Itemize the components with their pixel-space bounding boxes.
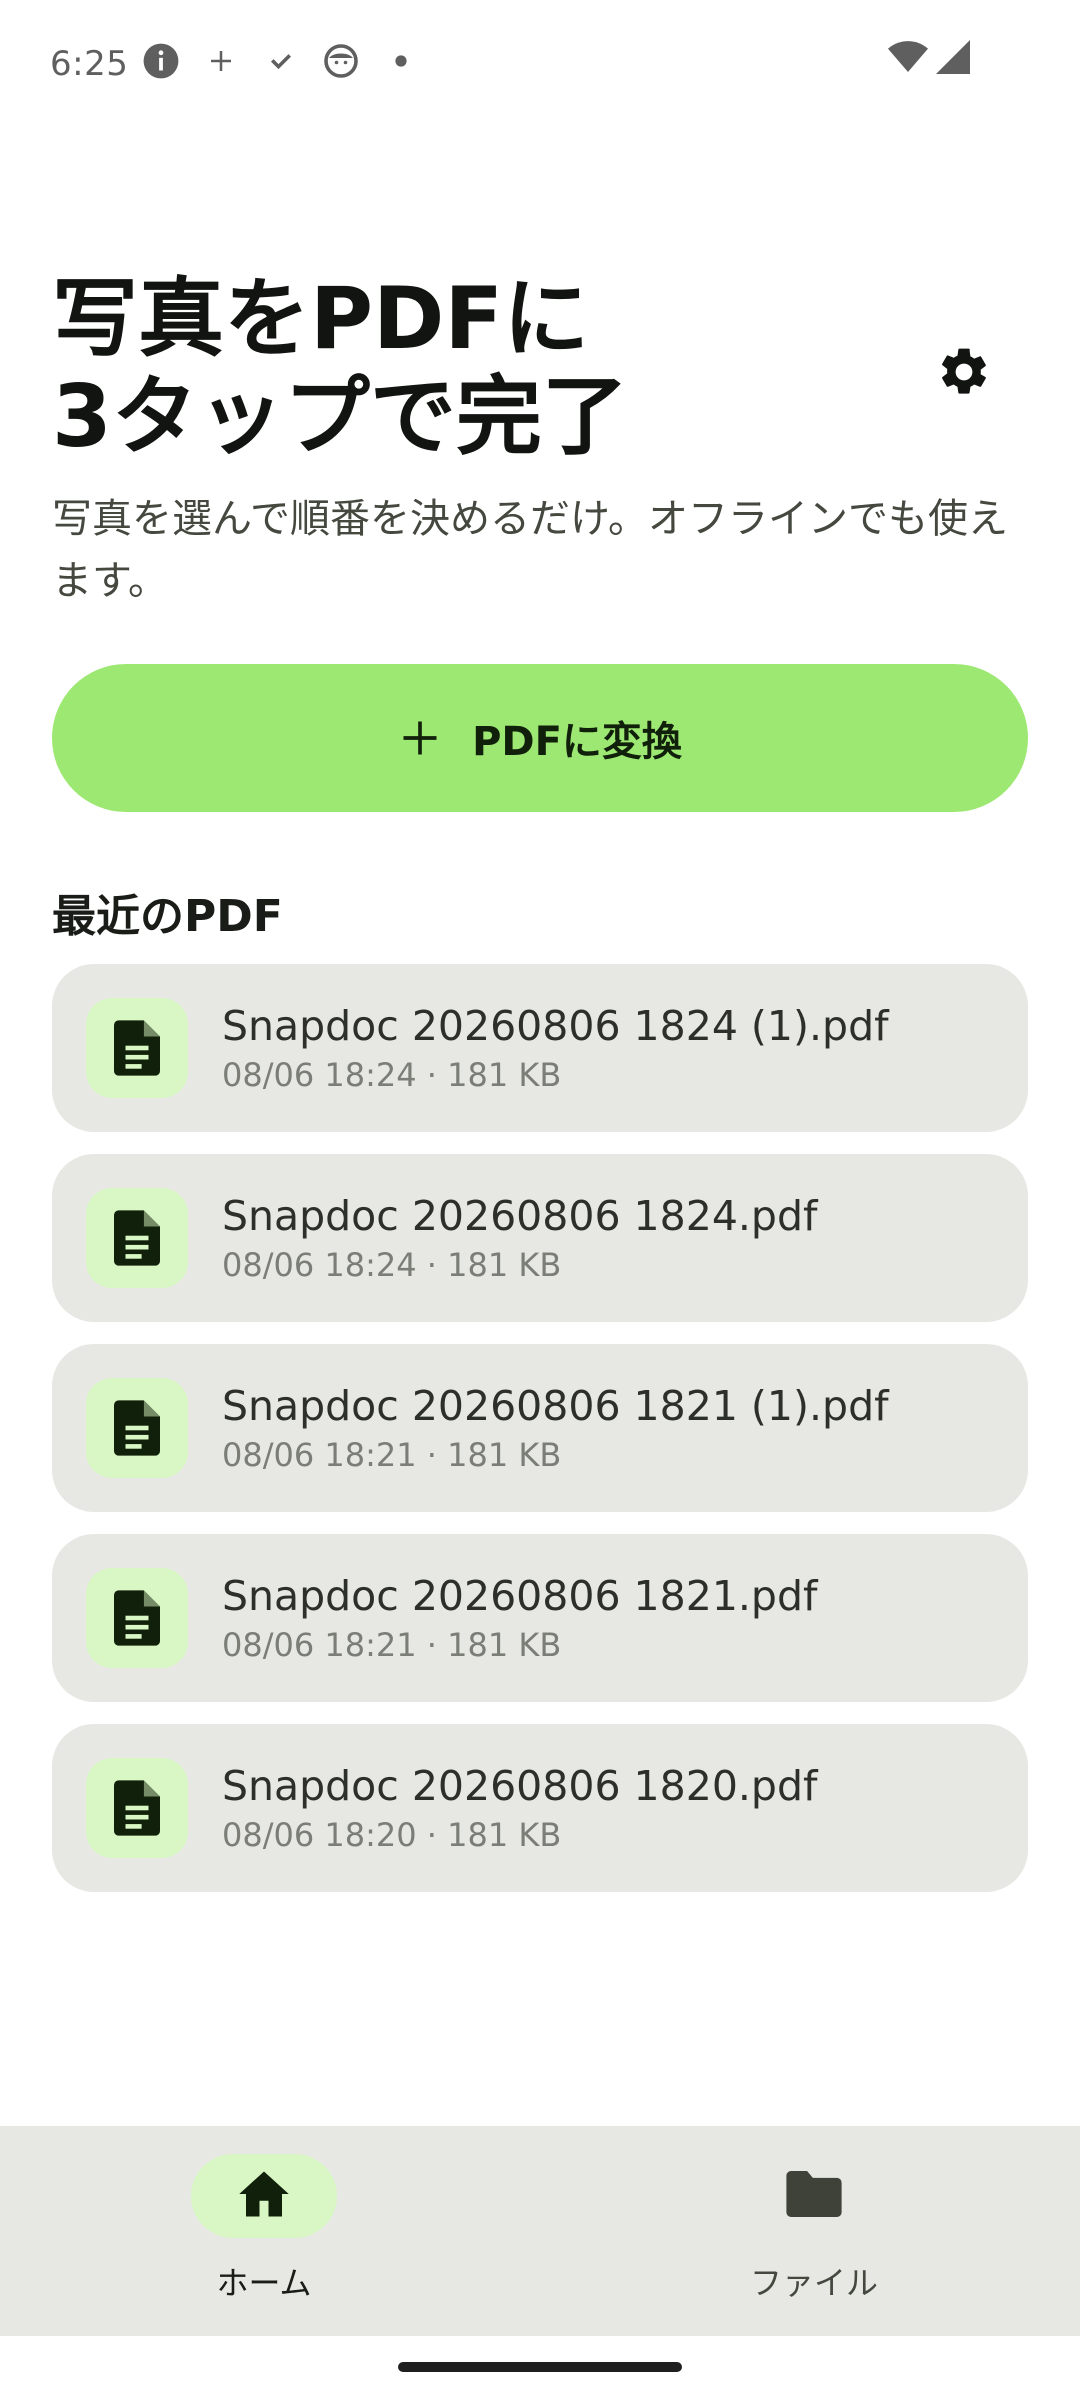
nav-icon-container bbox=[741, 2154, 887, 2238]
page-title: 写真をPDFに 3タップで完了 bbox=[52, 269, 628, 467]
file-list-item[interactable]: Snapdoc 20260806 1821.pdf 08/06 18:21 · … bbox=[52, 1534, 1028, 1702]
home-icon bbox=[237, 2169, 291, 2223]
nav-active-indicator bbox=[191, 2154, 337, 2238]
check-icon bbox=[262, 42, 300, 80]
nav-label-home: ホーム bbox=[216, 2264, 312, 2302]
settings-button[interactable] bbox=[920, 330, 1008, 418]
cell-signal-icon bbox=[936, 40, 970, 78]
file-list-item[interactable]: Snapdoc 20260806 1820.pdf 08/06 18:20 · … bbox=[52, 1724, 1028, 1892]
status-time: 6:25 bbox=[50, 44, 129, 84]
recent-section-title: 最近のPDF bbox=[52, 891, 283, 942]
nav-item-home[interactable]: ホーム bbox=[134, 2154, 394, 2314]
folder-icon bbox=[786, 2171, 842, 2221]
file-list-item[interactable]: Snapdoc 20260806 1824 (1).pdf 08/06 18:2… bbox=[52, 964, 1028, 1132]
document-icon bbox=[86, 1568, 188, 1668]
nav-item-files[interactable]: ファイル bbox=[684, 2154, 944, 2314]
wifi-icon bbox=[888, 40, 928, 78]
dot-icon bbox=[382, 42, 420, 80]
file-name: Snapdoc 20260806 1821.pdf bbox=[222, 1572, 818, 1620]
plus-icon bbox=[202, 42, 240, 80]
file-name: Snapdoc 20260806 1824.pdf bbox=[222, 1192, 818, 1240]
document-icon bbox=[86, 998, 188, 1098]
gesture-navigation-bar[interactable] bbox=[398, 2362, 682, 2372]
gear-icon bbox=[936, 344, 992, 404]
file-name: Snapdoc 20260806 1820.pdf bbox=[222, 1762, 818, 1810]
face-icon bbox=[322, 42, 360, 80]
system-icons bbox=[888, 40, 970, 78]
plus-icon bbox=[398, 716, 442, 760]
convert-button-label: PDFに変換 bbox=[472, 719, 682, 765]
file-list-item[interactable]: Snapdoc 20260806 1821 (1).pdf 08/06 18:2… bbox=[52, 1344, 1028, 1512]
file-name: Snapdoc 20260806 1821 (1).pdf bbox=[222, 1382, 889, 1430]
file-meta: 08/06 18:24 · 181 KB bbox=[222, 1246, 562, 1284]
convert-to-pdf-button[interactable]: PDFに変換 bbox=[52, 664, 1028, 812]
file-meta: 08/06 18:21 · 181 KB bbox=[222, 1436, 562, 1474]
document-icon bbox=[86, 1378, 188, 1478]
status-bar: 6:25 bbox=[0, 0, 1080, 130]
recent-file-list: Snapdoc 20260806 1824 (1).pdf 08/06 18:2… bbox=[52, 964, 1028, 1914]
file-list-item[interactable]: Snapdoc 20260806 1824.pdf 08/06 18:24 · … bbox=[52, 1154, 1028, 1322]
home-screen: 6:25 写真をPDFに 3タップで完了 写真を選んで順番を決めるだけ。オフライ… bbox=[0, 0, 1080, 2400]
nav-label-files: ファイル bbox=[749, 2264, 878, 2302]
info-icon bbox=[142, 42, 180, 80]
document-icon bbox=[86, 1758, 188, 1858]
notification-icons bbox=[142, 42, 420, 80]
file-name: Snapdoc 20260806 1824 (1).pdf bbox=[222, 1002, 889, 1050]
file-meta: 08/06 18:20 · 181 KB bbox=[222, 1816, 562, 1854]
page-subtitle: 写真を選んで順番を決めるだけ。オフラインでも使えます。 bbox=[52, 496, 1008, 604]
file-meta: 08/06 18:24 · 181 KB bbox=[222, 1056, 562, 1094]
document-icon bbox=[86, 1188, 188, 1288]
bottom-navigation: ホーム ファイル bbox=[0, 2126, 1080, 2336]
file-meta: 08/06 18:21 · 181 KB bbox=[222, 1626, 562, 1664]
